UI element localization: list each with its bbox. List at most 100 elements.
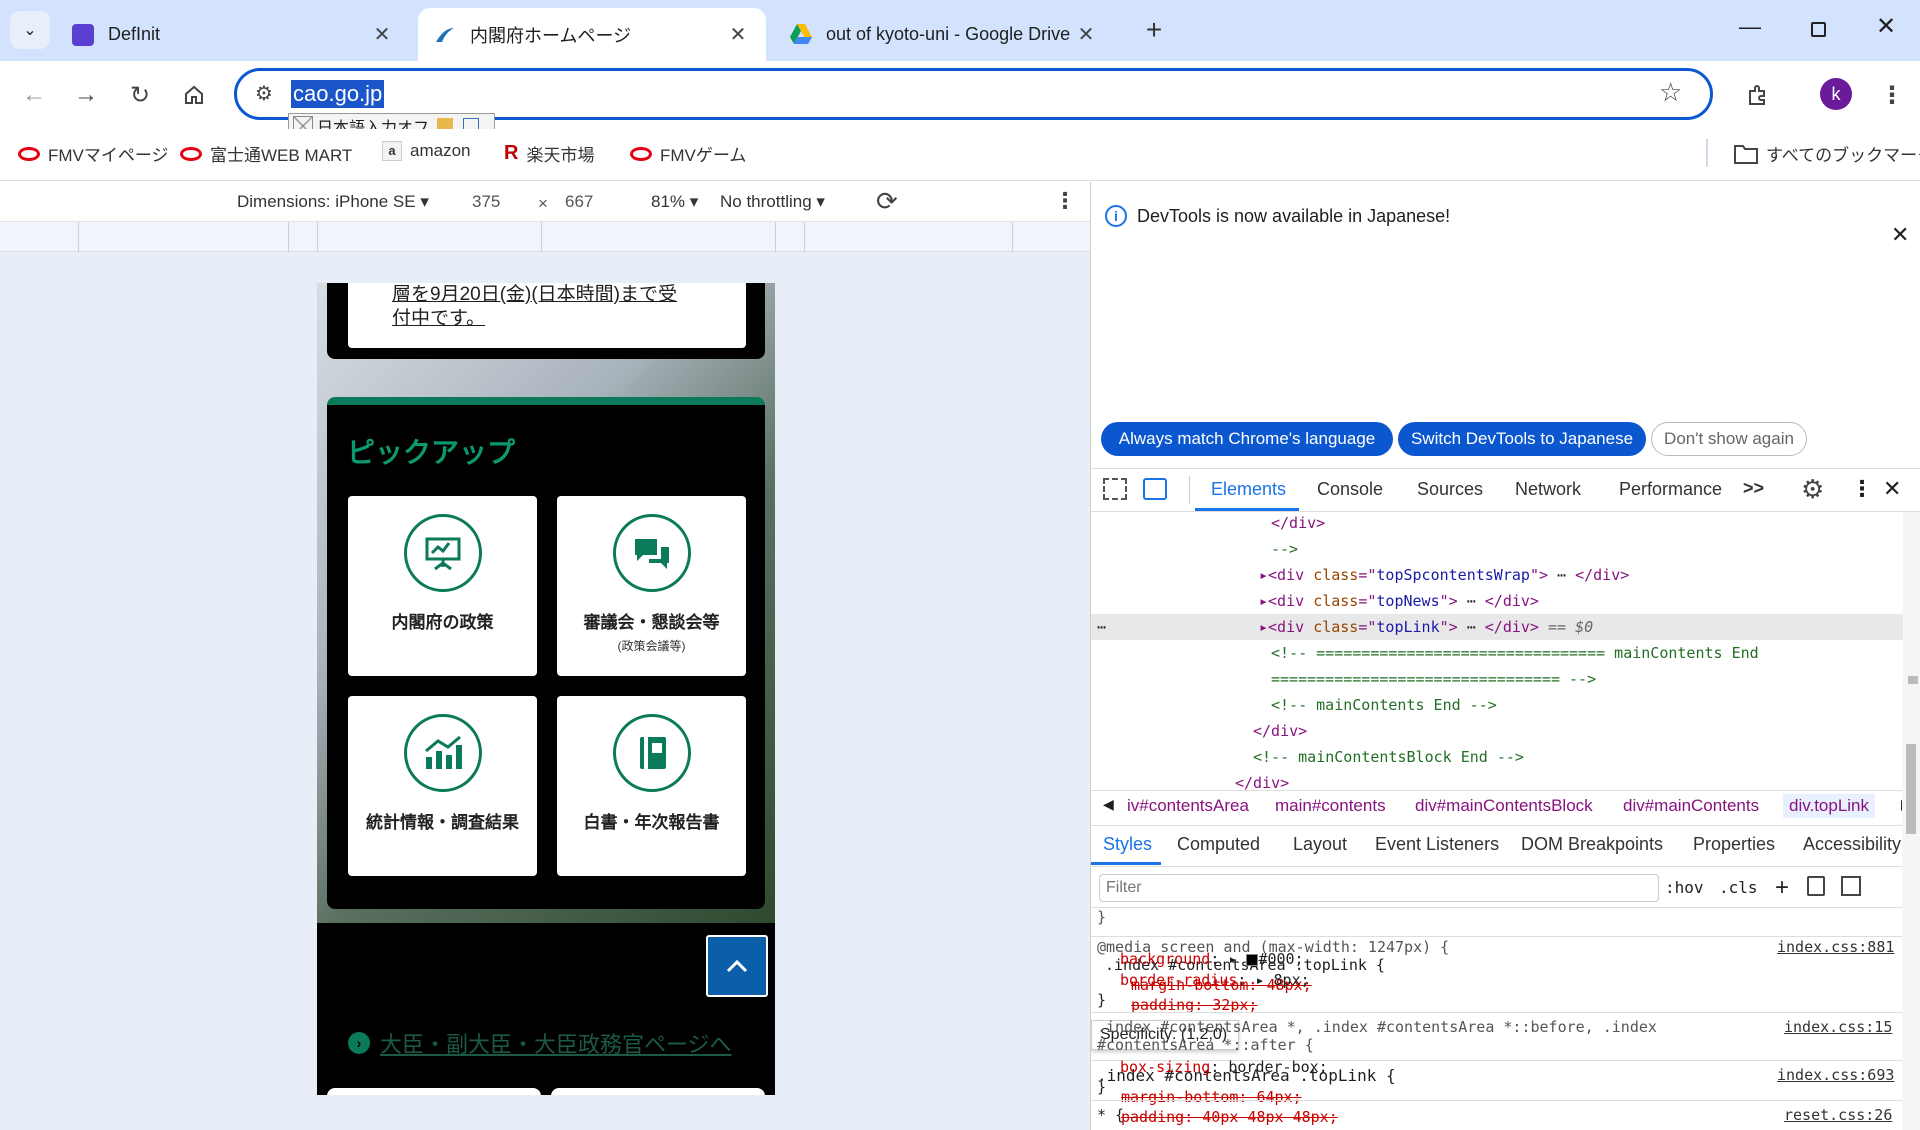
breadcrumb-item[interactable]: div#mainContents — [1623, 796, 1759, 816]
css-rule-box-sizing[interactable]: box-sizing: border-box; — [1120, 1058, 1328, 1076]
source-link[interactable]: index.css:881 — [1777, 938, 1894, 956]
css-property[interactable]: padding: 40px 48px 48px; — [1121, 1108, 1338, 1126]
css-property[interactable]: margin-bottom: 64px; — [1121, 1088, 1302, 1106]
subtab-styles[interactable]: Styles — [1103, 834, 1152, 855]
avatar[interactable]: k — [1820, 78, 1852, 110]
tab-definit[interactable]: DefInit ✕ — [56, 8, 410, 61]
tab-elements[interactable]: Elements — [1211, 479, 1286, 500]
device-toggle-icon[interactable] — [1143, 478, 1167, 500]
css-rule-border-radius[interactable]: border-radius: ▸ 8px; — [1120, 971, 1310, 989]
dom-line[interactable]: </div> — [1271, 514, 1325, 532]
bookmark-item[interactable]: FMVゲーム — [630, 141, 746, 166]
close-icon[interactable]: ✕ — [1072, 21, 1100, 49]
media-query-ruler[interactable] — [0, 222, 1090, 252]
restore-button[interactable] — [1800, 14, 1836, 44]
zoom-select[interactable]: 81% ▾ — [651, 192, 698, 212]
dom-line[interactable]: </div> — [1235, 774, 1289, 790]
styles-scrollbar[interactable] — [1902, 684, 1920, 1130]
bookmark-item[interactable]: FMVマイページ — [18, 141, 169, 166]
switch-to-japanese-button[interactable]: Switch DevTools to Japanese — [1398, 422, 1646, 456]
subtab-properties[interactable]: Properties — [1693, 834, 1775, 855]
dom-line[interactable]: <!-- mainContentsBlock End --> — [1253, 748, 1524, 766]
more-tabs-button[interactable]: >> — [1743, 478, 1764, 499]
always-match-language-button[interactable]: Always match Chrome's language — [1101, 422, 1393, 456]
all-bookmarks-button[interactable]: すべてのブックマーク — [1734, 141, 1920, 166]
bookmark-star-icon[interactable]: ☆ — [1659, 77, 1682, 108]
inspect-element-icon[interactable] — [1103, 478, 1127, 500]
css-selector[interactable]: .index #contentsArea *, .index #contents… — [1097, 1018, 1657, 1036]
tab-console[interactable]: Console — [1317, 479, 1383, 500]
home-button[interactable] — [174, 75, 214, 115]
throttling-select[interactable]: No throttling ▾ — [720, 192, 825, 212]
css-selector[interactable]: * { — [1097, 1106, 1124, 1124]
styles-filter-input[interactable] — [1099, 874, 1659, 902]
paint-icon[interactable] — [1807, 876, 1825, 896]
close-icon[interactable]: ✕ — [368, 21, 396, 49]
notice-text-2[interactable]: 付中です。 — [392, 307, 746, 331]
subtab-computed[interactable]: Computed — [1177, 834, 1260, 855]
width-input[interactable]: 375 — [472, 192, 500, 212]
source-link[interactable]: index.css:15 — [1784, 1018, 1892, 1036]
minister-link[interactable]: › 大臣・副大臣・大臣政務官ページへ — [348, 1027, 732, 1059]
subtab-accessibility[interactable]: Accessibility — [1803, 834, 1901, 855]
extensions-button[interactable] — [1738, 75, 1778, 115]
settings-gear-icon[interactable]: ⚙ — [1801, 474, 1824, 505]
tab-performance[interactable]: Performance — [1619, 479, 1722, 500]
tab-sources[interactable]: Sources — [1417, 479, 1483, 500]
minimize-button[interactable]: — — [1732, 14, 1768, 44]
rotate-icon[interactable]: ⟳ — [876, 186, 898, 217]
subtab-event-listeners[interactable]: Event Listeners — [1375, 834, 1499, 855]
breadcrumb-item[interactable]: div#mainContentsBlock — [1415, 796, 1593, 816]
url-text[interactable]: cao.go.jp — [291, 80, 385, 108]
source-link[interactable]: reset.css:26 — [1784, 1106, 1892, 1124]
close-icon[interactable]: ✕ — [724, 21, 752, 49]
kebab-menu-icon[interactable]: ⋮ — [1851, 476, 1873, 502]
close-icon[interactable]: ✕ — [1891, 222, 1909, 248]
menu-button[interactable]: ⋮ — [1872, 75, 1912, 115]
forward-button[interactable]: → — [66, 75, 106, 115]
notice-text-1[interactable]: 層を9月20日(金)(日本時間)まで受 — [392, 283, 746, 307]
subtab-dom-breakpoints[interactable]: DOM Breakpoints — [1521, 834, 1663, 855]
breadcrumb-item-selected[interactable]: div.topLink — [1783, 794, 1876, 818]
dom-line[interactable]: ▸<div class="topSpcontentsWrap"> ⋯ </div… — [1259, 566, 1629, 584]
breadcrumb-item[interactable]: iv#contentsArea — [1127, 796, 1249, 816]
tab-google-drive[interactable]: out of kyoto-uni - Google Drive ✕ — [774, 8, 1114, 61]
dont-show-again-button[interactable]: Don't show again — [1651, 422, 1807, 456]
dom-line[interactable]: </div> — [1253, 722, 1307, 740]
bookmark-item[interactable]: R 楽天市場 — [504, 141, 594, 166]
sidebar-toggle-icon[interactable] — [1841, 876, 1861, 896]
card-statistics[interactable]: 統計情報・調査結果 — [348, 696, 537, 876]
card-councils[interactable]: 審議会・懇談会等 (政策会議等) — [557, 496, 746, 676]
hov-toggle[interactable]: :hov — [1665, 878, 1704, 897]
dom-line-selected[interactable]: ▸<div class="topLink"> ⋯ </div> == $0 — [1259, 618, 1593, 636]
close-devtools-icon[interactable]: ✕ — [1883, 476, 1901, 502]
card-white-papers[interactable]: 白書・年次報告書 — [557, 696, 746, 876]
reload-button[interactable]: ↻ — [120, 75, 160, 115]
new-rule-icon[interactable]: + — [1775, 874, 1789, 902]
cls-toggle[interactable]: .cls — [1719, 878, 1758, 897]
bookmark-item[interactable]: 富士通WEB MART — [180, 141, 352, 166]
device-select[interactable]: Dimensions: iPhone SE ▾ — [237, 192, 429, 212]
dom-line[interactable]: ▸<div class="topNews"> ⋯ </div> — [1259, 592, 1539, 610]
close-window-button[interactable]: ✕ — [1868, 12, 1904, 46]
card-policy[interactable]: 内閣府の政策 — [348, 496, 537, 676]
height-input[interactable]: 667 — [565, 192, 593, 212]
bookmark-item[interactable]: a amazon — [382, 141, 470, 161]
tab-search-button[interactable]: ⌄ — [10, 11, 50, 49]
back-to-top-button[interactable] — [706, 935, 768, 997]
css-rule-background[interactable]: background: ▸ #000; — [1120, 950, 1304, 968]
breadcrumb-scroll-left[interactable]: ◀ — [1103, 796, 1114, 813]
dom-line[interactable]: ================================ --> — [1271, 670, 1596, 688]
tab-network[interactable]: Network — [1515, 479, 1581, 500]
dom-line[interactable]: --> — [1271, 540, 1298, 558]
dom-line[interactable]: <!-- ================================ ma… — [1271, 644, 1759, 662]
back-button[interactable]: ← — [14, 75, 54, 115]
dom-line[interactable]: <!-- mainContents End --> — [1271, 696, 1497, 714]
tab-cao[interactable]: 内閣府ホームページ ✕ — [418, 8, 766, 61]
more-options-icon[interactable]: ⋮ — [1054, 188, 1076, 214]
css-selector[interactable]: #contentsArea *::after { — [1097, 1036, 1314, 1054]
new-tab-button[interactable]: + — [1136, 12, 1172, 48]
source-link[interactable]: index.css:693 — [1777, 1066, 1894, 1084]
breadcrumb-item[interactable]: main#contents — [1275, 796, 1386, 816]
site-settings-icon[interactable]: ⚙ — [255, 81, 273, 106]
